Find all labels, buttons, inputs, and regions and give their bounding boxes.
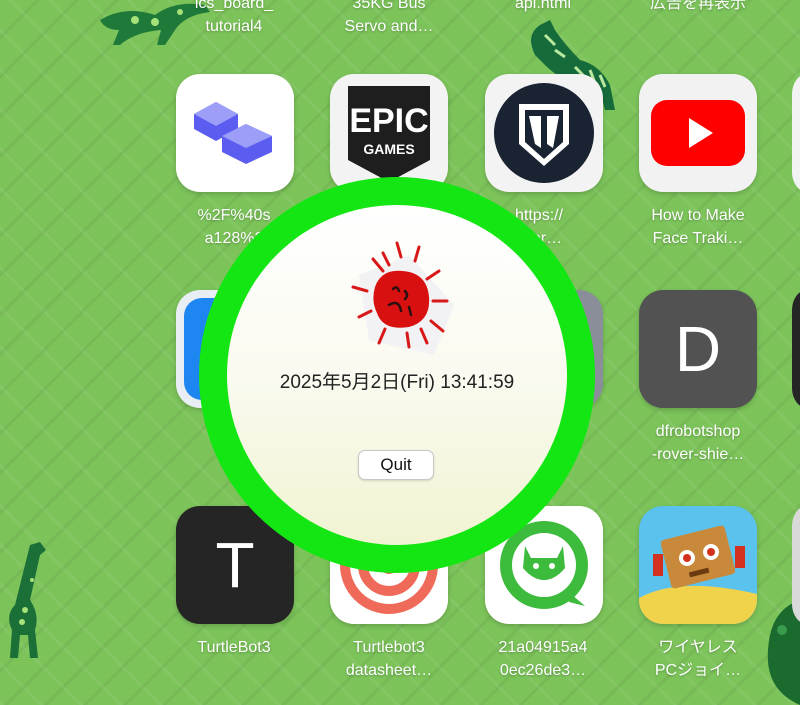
partial-icon-edge-2 (792, 292, 800, 406)
shield-logo-icon (494, 83, 594, 183)
partial-icon-edge (792, 76, 800, 190)
app-label-r0c2[interactable]: 35KG Bus Servo and… (314, 0, 464, 38)
app-label-r0c1[interactable]: ics_board_ tutorial4 (159, 0, 309, 38)
letter-d-glyph: D (674, 313, 722, 385)
clock-popup-body: 2025年5月2日(Fri) 13:41:59 Quit (227, 205, 567, 545)
app-label-turtlebot3[interactable]: TurtleBot3 (159, 636, 309, 659)
stacked-squares-icon (194, 102, 272, 164)
robot-illustration-icon (639, 525, 757, 624)
app-icon-dfrobotshop[interactable]: D (639, 290, 757, 408)
app-label-r0c4[interactable]: 広告を再表示 (623, 0, 773, 15)
app-label-r3c3[interactable]: 21a04915a4 0ec26de3… (468, 636, 618, 682)
app-label-r3c2[interactable]: Turtlebot3 datasheet… (314, 636, 464, 682)
epic-logo-text-1: EPIC (349, 102, 428, 140)
clock-popup: 2025年5月2日(Fri) 13:41:59 Quit (199, 177, 595, 573)
giraffe-decoration-left (9, 542, 47, 658)
quit-button[interactable]: Quit (358, 450, 434, 480)
youtube-play-icon (651, 100, 745, 166)
app-label-r0c3[interactable]: api.html (468, 0, 618, 15)
app-label-r3c4[interactable]: ワイヤレス PCジョイ… (623, 636, 773, 682)
app-icon-epic-games[interactable]: EPIC GAMES (330, 74, 448, 192)
app-icon-youtube[interactable] (639, 74, 757, 192)
app-icon-wireless-pc[interactable] (639, 506, 757, 624)
app-icon-r1c3[interactable] (485, 74, 603, 192)
app-label-r2c4[interactable]: dfrobotshop -rover-shie… (623, 420, 773, 466)
partial-icon-edge-3 (792, 508, 800, 622)
app-label-r1c4[interactable]: How to Make Face Traki… (623, 204, 773, 250)
clock-datetime-text: 2025年5月2日(Fri) 13:41:59 (279, 372, 515, 393)
red-sun-mascot-icon (351, 241, 454, 355)
letter-t-glyph: T (215, 529, 255, 601)
epic-games-logo-icon: EPIC GAMES (348, 86, 430, 182)
epic-logo-text-2: GAMES (363, 141, 414, 157)
app-icon-r1c1[interactable] (176, 74, 294, 192)
